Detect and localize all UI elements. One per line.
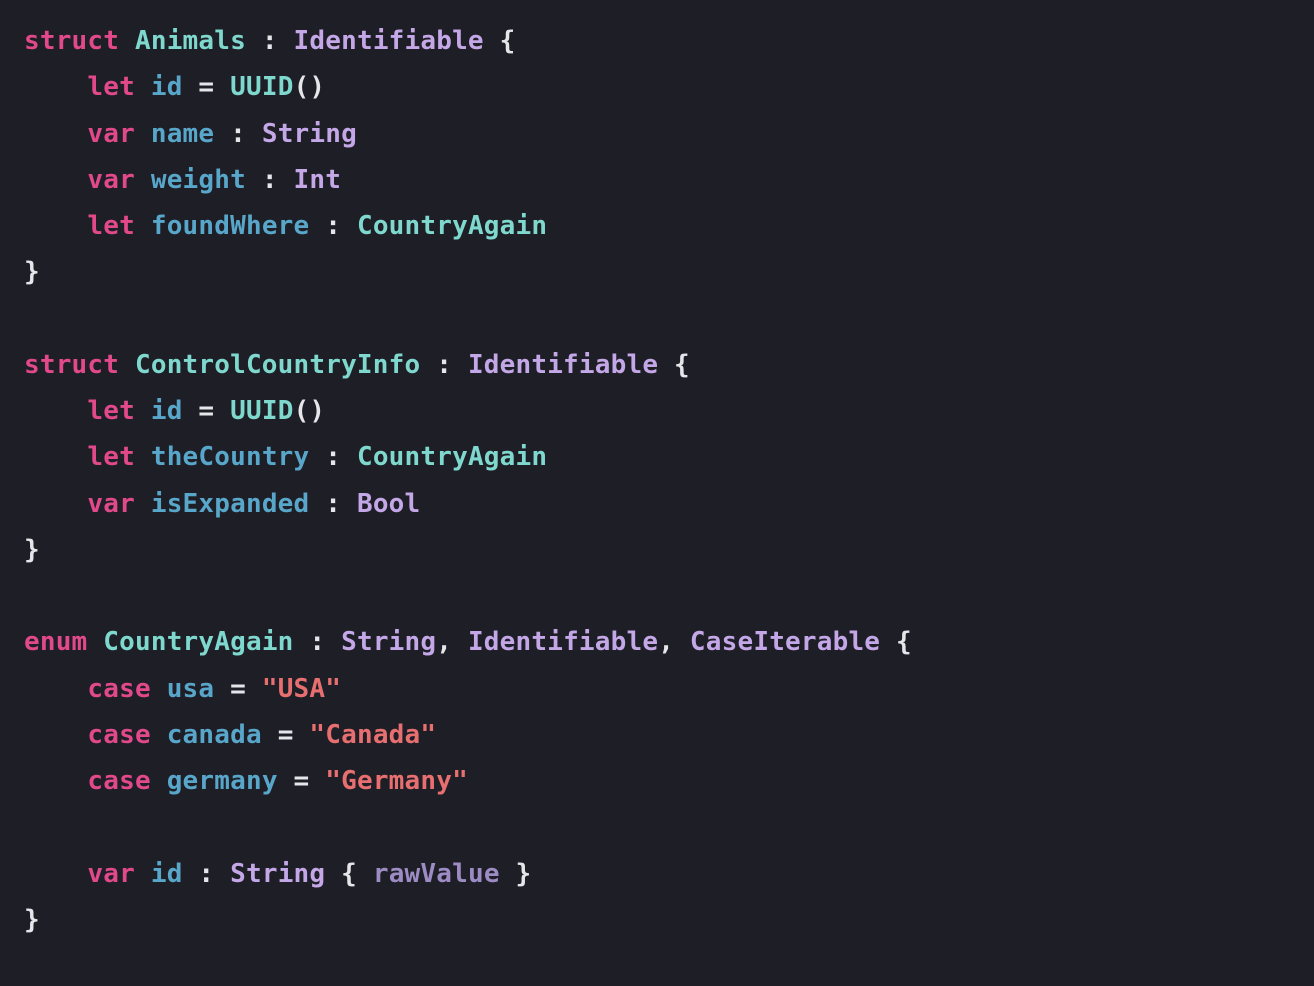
equals: = — [230, 674, 246, 704]
comma: , — [436, 627, 452, 657]
close-brace: } — [24, 535, 40, 565]
comma: , — [658, 627, 674, 657]
keyword-var: var — [87, 489, 135, 519]
type-name: CountryAgain — [357, 442, 547, 472]
colon: : — [325, 211, 341, 241]
code-line: case germany = "Germany" — [24, 766, 468, 796]
open-brace: { — [500, 26, 516, 56]
code-line: } — [24, 535, 40, 565]
colon: : — [325, 489, 341, 519]
code-line: let theCountry : CountryAgain — [24, 442, 547, 472]
code-line: var name : String — [24, 119, 357, 149]
type-name: Animals — [135, 26, 246, 56]
code-line: struct ControlCountryInfo : Identifiable… — [24, 350, 690, 380]
code-line: var isExpanded : Bool — [24, 489, 420, 519]
identifier: foundWhere — [151, 211, 310, 241]
keyword-case: case — [87, 766, 150, 796]
protocol-name: Identifiable — [468, 350, 658, 380]
type-name: String — [262, 119, 357, 149]
code-block: struct Animals : Identifiable { let id =… — [0, 0, 1314, 961]
code-line: struct Animals : Identifiable { — [24, 26, 516, 56]
type-name: CountryAgain — [357, 211, 547, 241]
type-name: Bool — [357, 489, 420, 519]
colon: : — [262, 26, 278, 56]
string-literal: "Canada" — [309, 720, 436, 750]
keyword-struct: struct — [24, 350, 119, 380]
keyword-let: let — [87, 72, 135, 102]
identifier: id — [151, 859, 183, 889]
protocol-name: Identifiable — [294, 26, 484, 56]
keyword-case: case — [87, 720, 150, 750]
colon: : — [262, 165, 278, 195]
identifier: canada — [167, 720, 262, 750]
type-name: UUID — [230, 396, 293, 426]
identifier: name — [151, 119, 214, 149]
colon: : — [436, 350, 452, 380]
keyword-enum: enum — [24, 627, 87, 657]
protocol-name: String — [341, 627, 436, 657]
code-line: let foundWhere : CountryAgain — [24, 211, 547, 241]
identifier: id — [151, 396, 183, 426]
keyword-case: case — [87, 674, 150, 704]
type-name: Int — [294, 165, 342, 195]
type-name: String — [230, 859, 325, 889]
code-line: let id = UUID() — [24, 396, 325, 426]
code-line: var weight : Int — [24, 165, 341, 195]
colon: : — [325, 442, 341, 472]
code-line: case canada = "Canada" — [24, 720, 436, 750]
colon: : — [309, 627, 325, 657]
code-line: case usa = "USA" — [24, 674, 341, 704]
equals: = — [198, 396, 214, 426]
keyword-var: var — [87, 859, 135, 889]
close-brace: } — [24, 257, 40, 287]
open-brace: { — [674, 350, 690, 380]
code-line: let id = UUID() — [24, 72, 325, 102]
open-brace: { — [341, 859, 357, 889]
string-literal: "USA" — [262, 674, 341, 704]
identifier: germany — [167, 766, 278, 796]
code-line: } — [24, 905, 40, 935]
identifier: usa — [167, 674, 215, 704]
colon: : — [198, 859, 214, 889]
keyword-struct: struct — [24, 26, 119, 56]
member-ref: rawValue — [373, 859, 500, 889]
equals: = — [294, 766, 310, 796]
keyword-let: let — [87, 211, 135, 241]
string-literal: "Germany" — [325, 766, 468, 796]
identifier: isExpanded — [151, 489, 310, 519]
protocol-name: CaseIterable — [690, 627, 880, 657]
close-brace: } — [24, 905, 40, 935]
equals: = — [278, 720, 294, 750]
type-name: CountryAgain — [103, 627, 293, 657]
equals: = — [198, 72, 214, 102]
type-name: UUID — [230, 72, 293, 102]
keyword-var: var — [87, 165, 135, 195]
protocol-name: Identifiable — [468, 627, 658, 657]
code-line: enum CountryAgain : String, Identifiable… — [24, 627, 912, 657]
code-line: var id : String { rawValue } — [24, 859, 531, 889]
type-name: ControlCountryInfo — [135, 350, 420, 380]
open-brace: { — [896, 627, 912, 657]
parens: () — [294, 396, 326, 426]
keyword-let: let — [87, 442, 135, 472]
identifier: weight — [151, 165, 246, 195]
colon: : — [230, 119, 246, 149]
identifier: id — [151, 72, 183, 102]
parens: () — [294, 72, 326, 102]
keyword-let: let — [87, 396, 135, 426]
close-brace: } — [516, 859, 532, 889]
code-line: } — [24, 257, 40, 287]
identifier: theCountry — [151, 442, 310, 472]
keyword-var: var — [87, 119, 135, 149]
